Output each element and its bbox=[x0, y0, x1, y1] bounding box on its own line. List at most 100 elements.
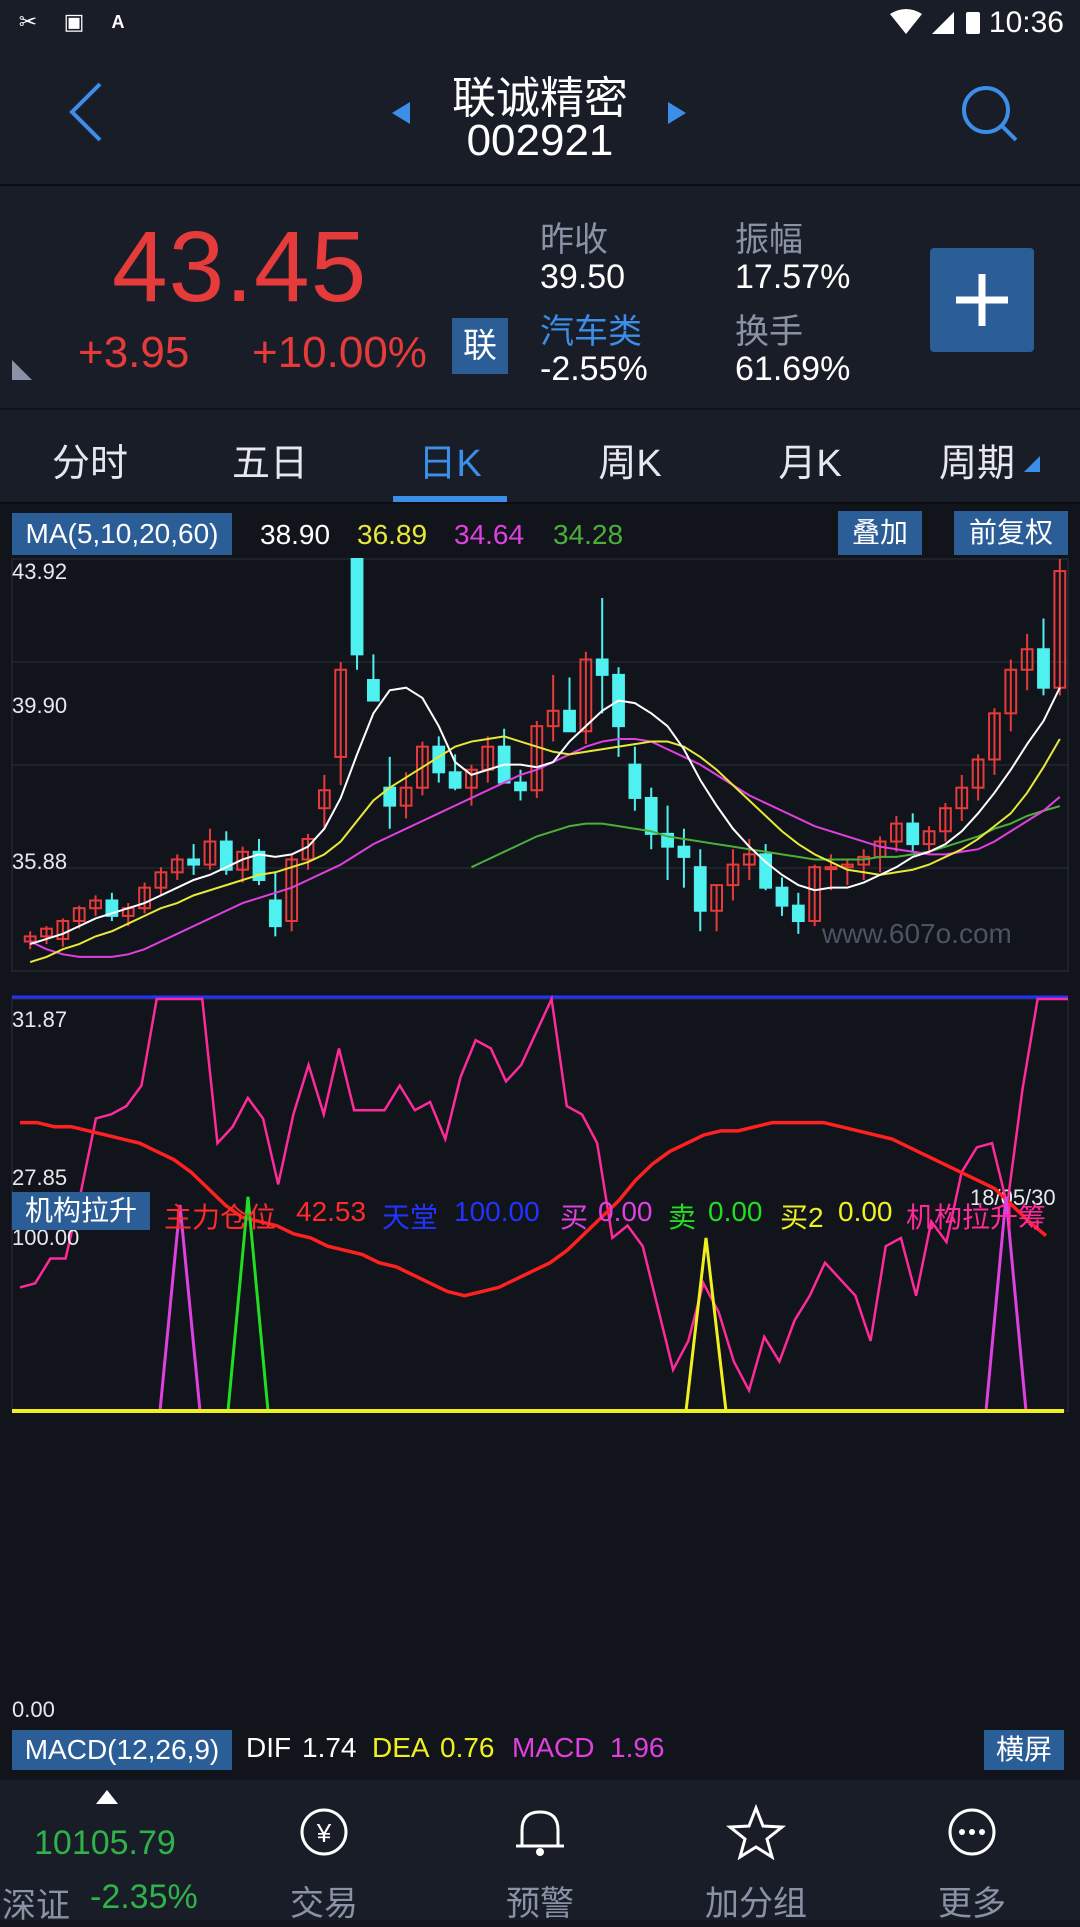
caret-up-icon bbox=[96, 1790, 118, 1804]
candle-body bbox=[677, 845, 691, 858]
buy2-value: 0.00 bbox=[838, 1196, 893, 1227]
candle-body bbox=[824, 866, 838, 871]
landscape-button[interactable]: 横屏 bbox=[984, 1730, 1064, 1770]
candle bbox=[840, 859, 854, 886]
star-icon bbox=[725, 1803, 787, 1860]
candle bbox=[889, 815, 903, 852]
price-axis-3: 35.88 bbox=[12, 849, 67, 874]
index-change: -2.35% bbox=[90, 1878, 198, 1916]
candle-body bbox=[268, 899, 282, 928]
candle bbox=[366, 654, 380, 702]
candle bbox=[873, 836, 887, 873]
price-axis-2: 39.90 bbox=[12, 693, 67, 718]
indicator-axis-min: 0.00 bbox=[12, 1697, 55, 1722]
no-sim-icon: ✂ bbox=[18, 9, 38, 34]
candle bbox=[40, 926, 53, 945]
search-icon[interactable] bbox=[958, 82, 1022, 146]
price-change-pct: +10.00% bbox=[252, 328, 427, 377]
candle bbox=[334, 662, 348, 786]
nav-add-group[interactable]: 加分组 bbox=[676, 1780, 836, 1923]
signal-icon bbox=[932, 12, 954, 34]
price-change: +3.95 bbox=[78, 328, 190, 377]
wifi-icon bbox=[890, 9, 922, 34]
ma10-value: 36.89 bbox=[357, 519, 428, 550]
candle bbox=[383, 756, 397, 829]
buy-value: 0.00 bbox=[598, 1196, 653, 1227]
candle bbox=[644, 787, 658, 850]
tab-weekly-k[interactable]: 周K bbox=[555, 432, 705, 487]
chart-grid bbox=[11, 558, 1069, 1412]
nav-more[interactable]: 更多 bbox=[892, 1780, 1052, 1923]
macd-label: MACD bbox=[512, 1732, 595, 1763]
candle bbox=[170, 854, 184, 880]
kline-chart[interactable]: 43.92 39.90 35.88 31.87 27.85 www.607o.c… bbox=[0, 555, 1080, 1775]
candle bbox=[1004, 659, 1018, 732]
index-ticker[interactable]: 10105.79 深证 -2.35% bbox=[0, 1780, 210, 1925]
tiantang-value: 100.00 bbox=[454, 1196, 540, 1227]
ma-setting-button[interactable]: MA(5,10,20,60) bbox=[12, 513, 232, 555]
macd-legend: MACD(12,26,9) DIF 1.74 DEA 0.76 MACD 1.9… bbox=[0, 1726, 1080, 1776]
stock-connect-badge[interactable]: 联 bbox=[452, 318, 508, 374]
candle bbox=[105, 892, 119, 922]
nav-trade[interactable]: ¥ 交易 bbox=[244, 1780, 404, 1923]
dea-value: 0.76 bbox=[440, 1732, 495, 1763]
header: 联诚精密 002921 bbox=[0, 44, 1080, 186]
indicator-name-button[interactable]: 机构拉升 bbox=[12, 1192, 150, 1230]
prev-close-value: 39.50 bbox=[540, 258, 626, 296]
sector-link[interactable]: 汽车类 bbox=[540, 304, 642, 353]
battery-icon bbox=[966, 12, 980, 34]
macd-value: 1.96 bbox=[610, 1732, 665, 1763]
watermark: www.607o.com bbox=[821, 918, 1012, 949]
candle-body bbox=[791, 904, 805, 923]
candle bbox=[939, 803, 952, 842]
back-icon[interactable] bbox=[66, 80, 106, 144]
next-stock-icon[interactable] bbox=[666, 100, 688, 126]
gallery-icon: ▣ bbox=[63, 9, 85, 34]
quote-panel: 43.45 +3.95 +10.00% 联 昨收 39.50 汽车类 -2.55… bbox=[0, 186, 1080, 408]
turnover-value: 61.69% bbox=[735, 350, 851, 388]
candle-body bbox=[448, 771, 462, 789]
candle bbox=[203, 828, 217, 870]
candle-body bbox=[187, 858, 201, 866]
candle-body bbox=[563, 709, 576, 733]
candle bbox=[23, 931, 37, 950]
candle-body bbox=[350, 558, 364, 656]
candle-body bbox=[366, 679, 380, 702]
candle bbox=[138, 882, 151, 914]
nav-alert[interactable]: 预警 bbox=[460, 1780, 620, 1923]
tab-five-day[interactable]: 五日 bbox=[195, 432, 345, 487]
tab-monthly-k[interactable]: 月K bbox=[735, 432, 885, 487]
clock: 10:36 bbox=[988, 6, 1064, 39]
tiantang-label: 天堂 bbox=[382, 1202, 439, 1233]
tab-daily-k[interactable]: 日K bbox=[375, 432, 525, 487]
add-watchlist-button[interactable] bbox=[930, 248, 1034, 352]
dea-label: DEA bbox=[372, 1732, 430, 1763]
ma60-value: 34.28 bbox=[553, 519, 624, 550]
candle bbox=[628, 746, 642, 811]
bottom-nav: 10105.79 深证 -2.35% ¥ 交易 预警 加分组 更多 bbox=[0, 1780, 1080, 1925]
active-tab-indicator bbox=[393, 496, 507, 502]
index-value: 10105.79 bbox=[34, 1824, 176, 1862]
tab-intraday[interactable]: 分时 bbox=[15, 432, 165, 487]
sell-label: 卖 bbox=[668, 1202, 697, 1233]
yen-exchange-icon: ¥ bbox=[300, 1808, 348, 1856]
adjust-price-button[interactable]: 前复权 bbox=[954, 511, 1068, 555]
candle bbox=[955, 774, 969, 822]
candle bbox=[906, 813, 920, 852]
candle bbox=[726, 849, 740, 901]
candle bbox=[1053, 559, 1067, 696]
candle bbox=[89, 895, 102, 916]
amplitude-value: 17.57% bbox=[735, 258, 851, 296]
period-tabs: 分时 五日 日K 周K 月K 周期 bbox=[0, 410, 1080, 504]
status-bar: ✂ ▣ A 10:36 bbox=[0, 0, 1080, 44]
macd-setting-button[interactable]: MACD(12,26,9) bbox=[12, 1730, 232, 1770]
candle-body bbox=[628, 763, 642, 799]
candle bbox=[971, 754, 985, 801]
candle bbox=[236, 846, 250, 883]
price-axis-4: 31.87 bbox=[12, 1007, 67, 1032]
main-position-value: 42.53 bbox=[296, 1196, 367, 1227]
ma20-value: 34.64 bbox=[454, 519, 525, 550]
overlay-button[interactable]: 叠加 bbox=[838, 511, 922, 555]
indicator-legend: 机构拉升 主力仓位 42.53 天堂 100.00 买 0.00 卖 0.00 … bbox=[0, 1190, 1080, 1234]
nav-alert-label: 预警 bbox=[506, 1885, 574, 1923]
